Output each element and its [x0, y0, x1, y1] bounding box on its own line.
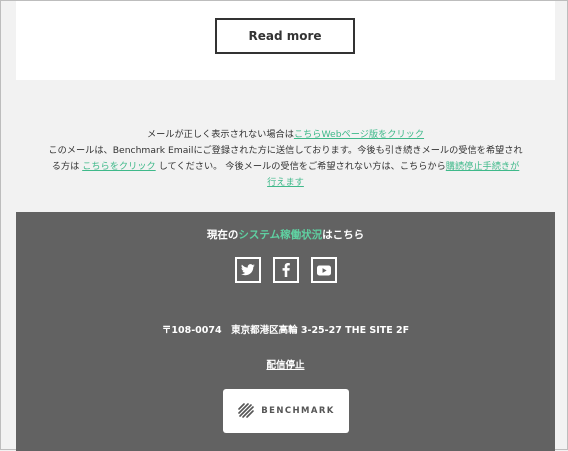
twitter-icon: [240, 264, 255, 276]
notice-line-3-middle: してください。 今後メールの受信をご希望されない方は、こちらから: [155, 161, 446, 172]
notice-line-2: このメールは、Benchmark Emailにご登録された方に送信しております。…: [48, 145, 523, 156]
youtube-button[interactable]: [310, 257, 337, 283]
notice-line-3: る方は こちらをクリック してください。 今後メールの受信をご希望されない方は、…: [16, 159, 555, 175]
notice-text: メールが正しく表示されない場合はこちらWebページ版をクリック このメールは、B…: [16, 127, 555, 191]
system-status-link[interactable]: システム稼働状況: [238, 229, 322, 241]
content-card: Read more: [16, 1, 555, 80]
facebook-icon: [282, 263, 290, 277]
notice-line-1-prefix: メールが正しく表示されない場合は: [146, 129, 294, 140]
status-suffix: はこちら: [322, 229, 365, 241]
notice-line-3-prefix: る方は: [51, 161, 83, 172]
notice-line-4: 行えます: [16, 175, 555, 191]
twitter-button[interactable]: [234, 257, 261, 283]
unsubscribe-link[interactable]: 配信停止: [266, 360, 304, 371]
status-prefix: 現在の: [206, 229, 239, 241]
youtube-icon: [316, 265, 331, 275]
web-version-link[interactable]: こちらWebページ版をクリック: [294, 129, 424, 140]
system-status-line: 現在のシステム稼働状況はこちら: [16, 227, 555, 242]
logo-text: BENCHMARK: [261, 406, 335, 416]
unsubscribe-procedure-link-cont[interactable]: 行えます: [267, 177, 304, 188]
facebook-button[interactable]: [272, 257, 299, 283]
email-frame: Read more メールが正しく表示されない場合はこちらWebページ版をクリッ…: [0, 0, 568, 451]
notice-line-1: メールが正しく表示されない場合はこちらWebページ版をクリック: [16, 127, 555, 143]
read-more-button[interactable]: Read more: [215, 18, 355, 54]
continue-subscription-link[interactable]: こちらをクリック: [82, 161, 156, 172]
footer: 現在のシステム稼働状況はこちら 〒108-0074 東京都港区高輪 3-25-2…: [16, 212, 555, 451]
benchmark-logo[interactable]: BENCHMARK: [223, 389, 349, 433]
social-links: [16, 257, 555, 283]
company-address: 〒108-0074 東京都港区高輪 3-25-27 THE SITE 2F: [161, 325, 410, 336]
unsubscribe-procedure-link[interactable]: 購読停止手続きが: [446, 161, 520, 172]
unsubscribe-row: 配信停止: [16, 357, 555, 371]
benchmark-mark-icon: [238, 403, 255, 418]
